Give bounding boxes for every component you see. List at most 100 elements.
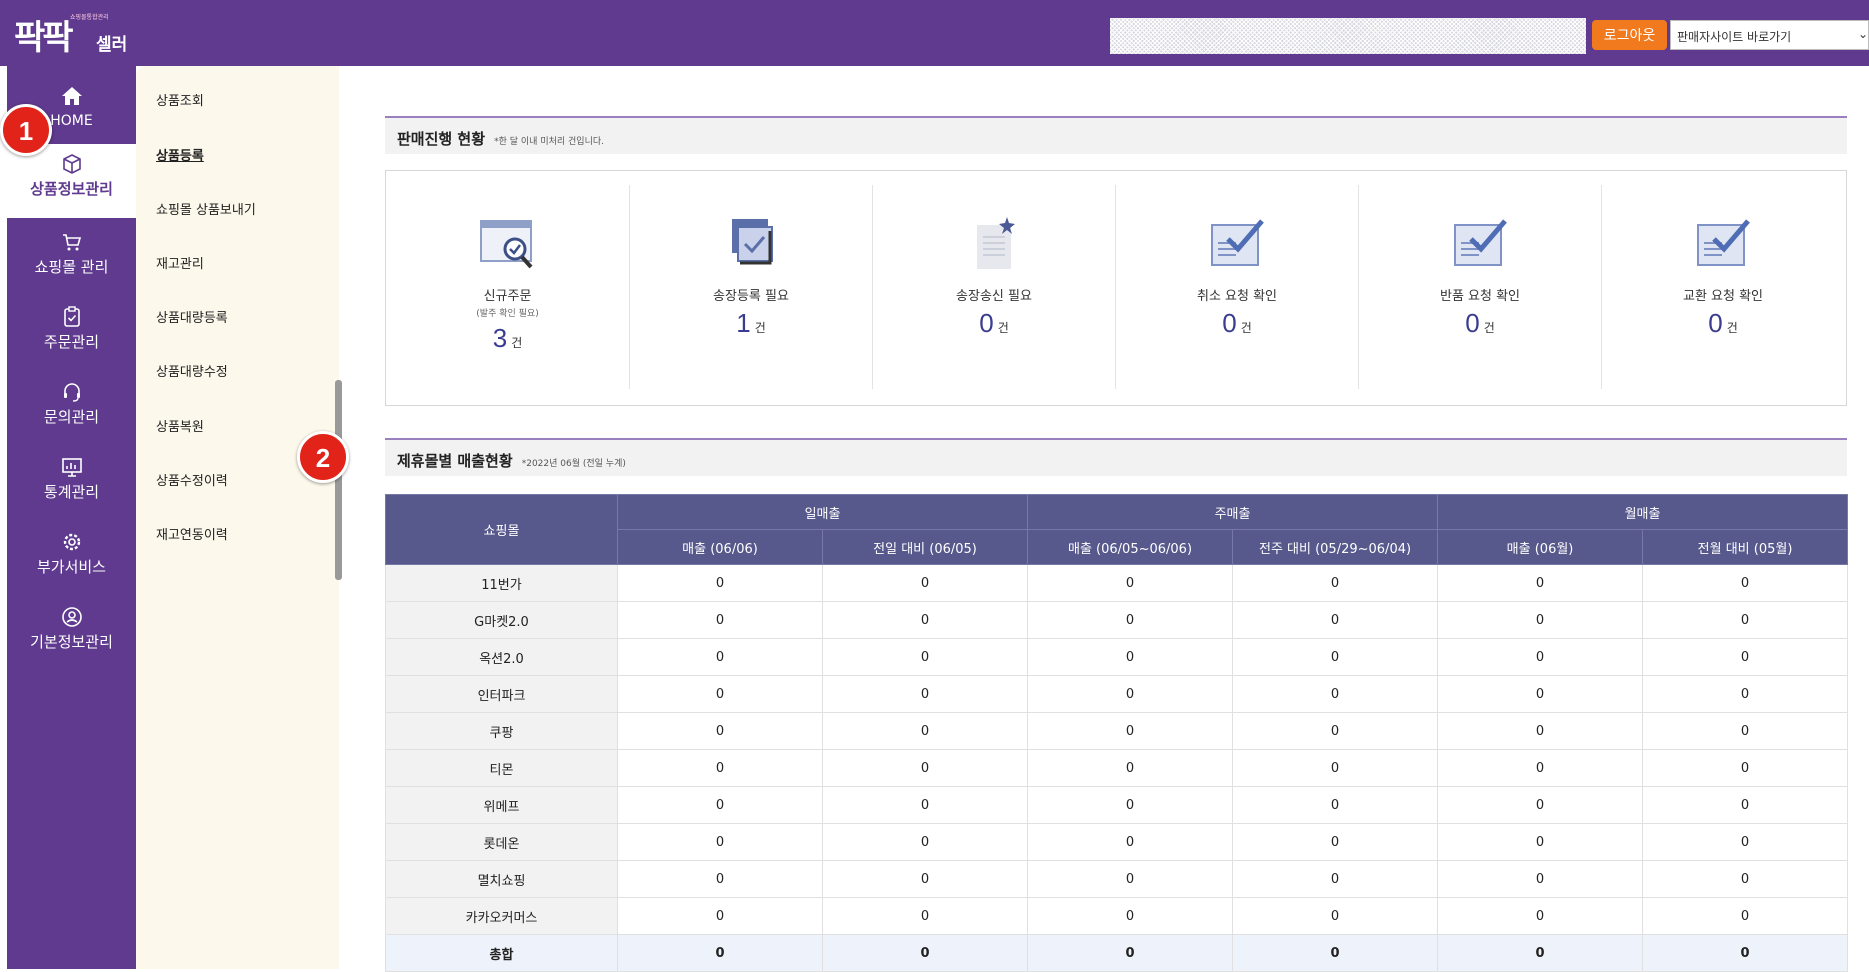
sales-value-cell: 0 <box>617 897 823 935</box>
submenu-item-send-products[interactable]: 쇼핑몰 상품보내기 <box>156 199 256 218</box>
mall-name-cell: 티몬 <box>385 749 618 787</box>
mall-name-cell: 인터파크 <box>385 675 618 713</box>
headset-icon <box>63 383 80 402</box>
sales-value-cell: 0 <box>1642 786 1849 824</box>
sales-value-cell: 0 <box>821 564 1029 602</box>
sales-value-cell: 0 <box>1437 749 1644 787</box>
checklist-icon <box>1697 219 1750 266</box>
table-total-row: 총합 0 0 0 0 0 0 <box>385 934 1849 972</box>
sales-value-cell: 0 <box>1232 749 1439 787</box>
status-card-invoice-register[interactable]: 송장등록 필요 1건 <box>629 185 872 389</box>
logout-button[interactable]: 로그아웃 <box>1592 20 1667 50</box>
sales-value-cell: 0 <box>1232 823 1439 861</box>
group-header-weekly: 주매출 <box>1027 494 1439 530</box>
table-row: 쿠팡 0 0 0 0 0 0 <box>385 712 1849 750</box>
table-row: 위메프 0 0 0 0 0 0 <box>385 786 1849 824</box>
sales-value-cell: 0 <box>1437 934 1644 972</box>
mall-name-cell: 위메프 <box>385 786 618 824</box>
sales-value-cell: 0 <box>821 823 1029 861</box>
sales-value-cell: 0 <box>1027 786 1234 824</box>
nav-item-extra-services[interactable]: 부가서비스 <box>7 522 136 592</box>
sales-value-cell: 0 <box>821 675 1029 713</box>
submenu-item-product-search[interactable]: 상품조회 <box>156 90 204 109</box>
sales-value-cell: 0 <box>1437 786 1644 824</box>
table-row: 롯데온 0 0 0 0 0 0 <box>385 823 1849 861</box>
sales-value-cell: 0 <box>1027 675 1234 713</box>
nav-item-order-management[interactable]: 주문관리 <box>7 297 136 367</box>
nav-item-inquiry-management[interactable]: 문의관리 <box>7 372 136 442</box>
sales-value-cell: 0 <box>1642 601 1849 639</box>
sales-value-cell: 0 <box>1027 564 1234 602</box>
callout-badge-1: 1 <box>0 104 52 156</box>
submenu-item-bulk-register[interactable]: 상품대량등록 <box>156 307 228 326</box>
sales-value-cell: 0 <box>1642 675 1849 713</box>
column-header: 전주 대비 (05/29~06/04) <box>1232 529 1439 565</box>
mall-name-cell: 카카오커머스 <box>385 897 618 935</box>
sales-value-cell: 0 <box>1232 675 1439 713</box>
nav-label: 문의관리 <box>43 408 100 426</box>
status-card-new-orders[interactable]: 신규주문 (발주 확인 필요) 3건 <box>386 185 629 389</box>
logo-main: 팍팍 <box>14 18 74 58</box>
sales-value-cell: 0 <box>1027 823 1234 861</box>
status-count: 0건 <box>1116 308 1358 339</box>
nav-item-basic-info[interactable]: 기본정보관리 <box>7 597 136 667</box>
table-row: G마켓2.0 0 0 0 0 0 0 <box>385 601 1849 639</box>
mall-sales-table: 쇼핑몰 일매출 주매출 월매출 매출 (06/06) 전일 대비 (06/05)… <box>385 494 1849 972</box>
status-count-unit: 건 <box>1726 321 1738 335</box>
status-card-exchange-request[interactable]: 교환 요청 확인 0건 <box>1601 185 1844 389</box>
sales-value-cell: 0 <box>1642 934 1849 972</box>
submenu-item-product-restore[interactable]: 상품복원 <box>156 416 204 435</box>
status-count-number: 0 <box>1708 308 1723 338</box>
status-count-number: 3 <box>492 323 508 353</box>
status-card-invoice-send[interactable]: 송장송신 필요 0건 <box>872 185 1115 389</box>
logo-tagline: 쇼핑몰통합관리 <box>70 14 109 21</box>
nav-item-statistics[interactable]: 통계관리 <box>7 447 136 517</box>
sales-value-cell: 0 <box>1437 860 1644 898</box>
mall-name-cell: 쿠팡 <box>385 712 618 750</box>
submenu-item-edit-history[interactable]: 상품수정이력 <box>156 470 228 489</box>
status-count-unit: 건 <box>1240 321 1252 335</box>
sales-value-cell: 0 <box>617 934 823 972</box>
seller-site-select[interactable]: 판매자사이트 바로가기 ⌄ <box>1670 20 1869 50</box>
mall-sales-note: *2022년 06월 (전일 누계) <box>521 459 626 469</box>
status-card-return-request[interactable]: 반품 요청 확인 0건 <box>1358 185 1601 389</box>
table-row: 11번가 0 0 0 0 0 0 <box>385 564 1849 602</box>
status-label: 송장송신 필요 <box>956 289 1032 304</box>
user-circle-icon <box>61 607 82 627</box>
status-count-number: 0 <box>1222 308 1237 338</box>
clipboard-check-icon <box>63 306 80 327</box>
mall-name-cell: 총합 <box>385 934 618 972</box>
sales-value-cell: 0 <box>821 601 1029 639</box>
header-banner <box>1110 18 1586 54</box>
sales-value-cell: 0 <box>1437 897 1644 935</box>
sales-value-cell: 0 <box>1027 897 1234 935</box>
sales-value-cell: 0 <box>1232 786 1439 824</box>
status-count-unit: 건 <box>997 321 1009 335</box>
mall-name-cell: 롯데온 <box>385 823 618 861</box>
submenu-item-bulk-edit[interactable]: 상품대량수정 <box>156 361 228 380</box>
submenu-item-inventory-sync-history[interactable]: 재고연동이력 <box>156 524 228 543</box>
gear-icon <box>63 533 80 551</box>
status-count: 0건 <box>873 308 1115 339</box>
status-label: 반품 요청 확인 <box>1439 289 1521 304</box>
table-row: 인터파크 0 0 0 0 0 0 <box>385 675 1849 713</box>
sales-value-cell: 0 <box>1027 934 1234 972</box>
sales-status-panel: 신규주문 (발주 확인 필요) 3건 송장등록 필요 1건 송장송신 필요 0건… <box>385 170 1847 406</box>
submenu-item-inventory[interactable]: 재고관리 <box>156 253 204 272</box>
submenu-item-product-register[interactable]: 상품등록 <box>156 145 204 164</box>
nav-label: 통계관리 <box>43 483 100 501</box>
table-row: 티몬 0 0 0 0 0 0 <box>385 749 1849 787</box>
mall-name-cell: 멸치쇼핑 <box>385 860 618 898</box>
status-count: 3건 <box>386 323 629 354</box>
column-header: 매출 (06월) <box>1437 529 1644 565</box>
nav-item-mall-management[interactable]: 쇼핑몰 관리 <box>7 222 136 292</box>
sales-value-cell: 0 <box>1437 712 1644 750</box>
sales-value-cell: 0 <box>617 860 823 898</box>
sales-value-cell: 0 <box>1437 601 1644 639</box>
status-count-number: 0 <box>979 308 994 338</box>
sales-value-cell: 0 <box>1232 897 1439 935</box>
status-note: (발주 확인 필요) <box>476 309 539 319</box>
sales-value-cell: 0 <box>617 675 823 713</box>
status-count-unit: 건 <box>1483 321 1495 335</box>
status-card-cancel-request[interactable]: 취소 요청 확인 0건 <box>1115 185 1358 389</box>
